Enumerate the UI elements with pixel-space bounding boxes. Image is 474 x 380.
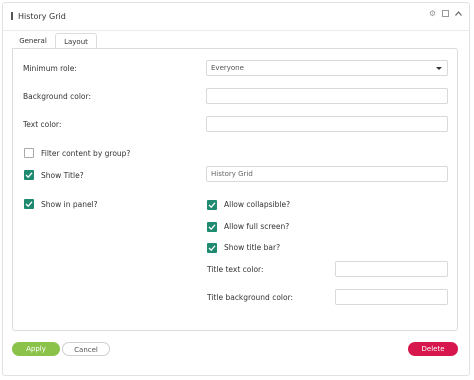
maximize-icon[interactable]: [441, 9, 450, 18]
check-icon: [25, 172, 33, 179]
panel-header: History Grid ⚙: [3, 3, 469, 31]
title-background-color-input[interactable]: [335, 289, 448, 305]
filter-by-group-label: Filter content by group?: [41, 149, 131, 158]
gear-icon[interactable]: ⚙: [428, 9, 437, 18]
check-icon: [208, 202, 216, 209]
check-icon: [25, 201, 33, 208]
background-color-input[interactable]: [206, 88, 448, 104]
chevron-down-icon: [436, 67, 442, 70]
minimum-role-label: Minimum role:: [23, 64, 77, 73]
show-title-label: Show Title?: [41, 171, 84, 180]
apply-button[interactable]: Apply: [12, 342, 60, 356]
title-text-color-input[interactable]: [335, 261, 448, 277]
show-in-panel-label: Show in panel?: [41, 200, 98, 209]
show-title-bar-checkbox[interactable]: [207, 243, 217, 253]
collapse-icon[interactable]: [454, 9, 463, 18]
title-background-color-label: Title background color:: [207, 293, 294, 302]
minimum-role-select[interactable]: Everyone: [206, 60, 448, 76]
allow-collapsible-checkbox[interactable]: [207, 200, 217, 210]
allow-full-screen-label: Allow full screen?: [224, 222, 290, 231]
check-icon: [208, 245, 216, 252]
cancel-button[interactable]: Cancel: [62, 342, 110, 356]
allow-full-screen-checkbox[interactable]: [207, 222, 217, 232]
text-color-input[interactable]: [206, 116, 448, 132]
minimum-role-value: Everyone: [211, 64, 244, 72]
delete-button[interactable]: Delete: [408, 342, 458, 356]
check-icon: [208, 224, 216, 231]
tab-general[interactable]: General: [12, 33, 54, 49]
title-text-color-label: Title text color:: [207, 265, 264, 274]
show-title-checkbox[interactable]: [24, 170, 34, 180]
header-actions: ⚙: [428, 9, 463, 18]
tab-layout[interactable]: Layout: [55, 33, 97, 49]
panel-title: History Grid: [18, 12, 66, 21]
title-text-input[interactable]: History Grid: [206, 166, 448, 182]
show-title-bar-label: Show title bar?: [224, 243, 281, 252]
allow-collapsible-label: Allow collapsible?: [224, 200, 291, 209]
show-in-panel-checkbox[interactable]: [24, 199, 34, 209]
filter-by-group-checkbox[interactable]: [24, 148, 34, 158]
background-color-label: Background color:: [23, 92, 91, 101]
drag-handle-icon[interactable]: [11, 12, 13, 20]
text-color-label: Text color:: [23, 120, 62, 129]
